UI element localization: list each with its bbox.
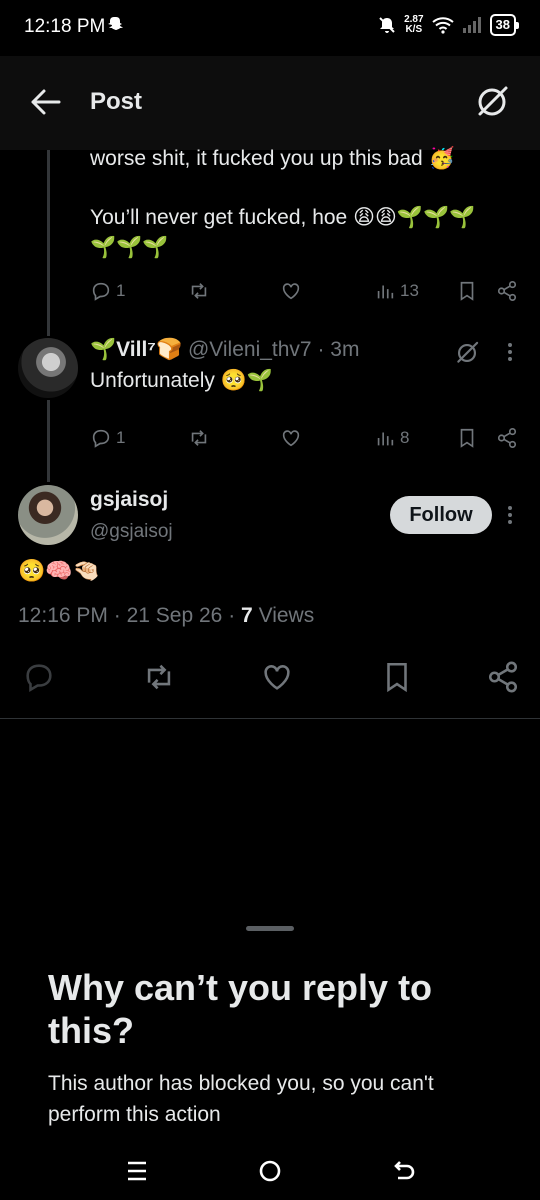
parent-tweet-text-line1: worse shit, it fucked you up this bad 🥳: [90, 147, 455, 170]
status-time: 12:18 PM: [24, 16, 106, 37]
divider: [0, 718, 540, 719]
reply-count: 1: [116, 428, 126, 447]
tweet-date: 21 Sep 26: [126, 604, 223, 627]
bookmark-icon[interactable]: [380, 660, 414, 694]
back-arrow-icon[interactable]: [30, 88, 62, 116]
repost-icon: [191, 283, 207, 299]
tweet-meta: 12:16 PM · 21 Sep 26 · 7 Views: [18, 604, 314, 628]
sheet-drag-handle[interactable]: [246, 926, 294, 931]
views-icon: [377, 432, 394, 446]
parent-tweet-text-line3: 🌱🌱🌱: [90, 236, 169, 259]
signal-icon: [462, 17, 481, 33]
back-icon[interactable]: [392, 1158, 418, 1184]
main-author-handle[interactable]: @gsjaisoj: [90, 521, 173, 543]
main-author-name: gsjaisoj: [90, 488, 168, 512]
share-button[interactable]: [496, 276, 518, 306]
reply-icon: [92, 282, 110, 301]
heart-icon: [282, 283, 300, 300]
repost-icon[interactable]: [142, 660, 176, 694]
views-count: 13: [400, 281, 419, 300]
reply-icon: [92, 429, 110, 448]
more-options-icon[interactable]: [504, 504, 516, 526]
share-icon: [497, 281, 517, 301]
status-icons: 2.87 K/S 38: [378, 14, 520, 36]
status-bar: 12:18 PM 2.87 K/S 38: [0, 0, 540, 56]
meta-separator: ·: [113, 604, 121, 627]
page-title: Post: [90, 88, 143, 115]
grok-icon[interactable]: [454, 340, 480, 366]
share-icon[interactable]: [486, 660, 520, 694]
parent-tweet-text-line2: You’ll never get fucked, hoe 😩😩🌱🌱🌱: [90, 206, 476, 229]
speed-unit: K/S: [405, 24, 423, 35]
thread-connector-line: [47, 400, 50, 482]
main-tweet-actions: [0, 656, 540, 700]
repost-icon: [191, 430, 207, 446]
reply-button[interactable]: 1: [90, 423, 125, 453]
reply-tweet-actions: 1 8: [90, 423, 530, 453]
views-count: 8: [400, 428, 410, 447]
battery-indicator: 38: [489, 14, 520, 36]
bookmark-icon: [460, 281, 474, 301]
thread-connector-line: [47, 150, 50, 336]
views-button[interactable]: 13: [374, 276, 419, 306]
home-icon[interactable]: [257, 1158, 283, 1184]
grok-icon[interactable]: [474, 84, 510, 120]
like-button[interactable]: [280, 423, 302, 453]
reply-count: 1: [116, 281, 126, 300]
bookmark-button[interactable]: [456, 276, 478, 306]
views-count[interactable]: 7: [241, 604, 253, 627]
repost-button[interactable]: [188, 276, 210, 306]
snapchat-notification-icon: [108, 16, 124, 37]
wifi-icon: [431, 17, 454, 34]
views-label: Views: [258, 604, 315, 627]
main-tweet-text: 🥺🧠🤏🏻: [18, 558, 101, 583]
mute-bell-icon: [379, 17, 395, 33]
sheet-body: This author has blocked you, so you can'…: [48, 1072, 434, 1126]
meta-separator: ·: [228, 604, 236, 627]
bookmark-icon: [460, 428, 474, 448]
heart-icon[interactable]: [260, 660, 294, 694]
views-icon: [377, 285, 394, 299]
follow-button[interactable]: Follow: [390, 496, 492, 534]
network-speed: 2.87 K/S: [404, 15, 423, 35]
tweet-time: 12:16 PM: [18, 604, 108, 627]
more-options-icon[interactable]: [504, 341, 516, 363]
views-button[interactable]: 8: [374, 423, 409, 453]
handle-time[interactable]: @Vileni_thv7 · 3m: [188, 338, 360, 361]
display-name[interactable]: gsjaisoj: [90, 488, 168, 511]
display-name[interactable]: 🌱Vill⁷🍞: [90, 338, 182, 361]
reply-button[interactable]: 1: [90, 276, 125, 306]
share-button[interactable]: [496, 423, 518, 453]
parent-tweet-actions: 1 13: [90, 276, 530, 306]
bookmark-button[interactable]: [456, 423, 478, 453]
avatar[interactable]: [18, 338, 78, 398]
reply-author-line: 🌱Vill⁷🍞 @Vileni_thv7 · 3m: [90, 338, 359, 362]
repost-button[interactable]: [188, 423, 210, 453]
menu-icon[interactable]: [124, 1158, 150, 1184]
avatar[interactable]: [18, 485, 78, 545]
reply-tweet-text: Unfortunately 🥺🌱: [90, 369, 274, 392]
heart-icon: [282, 430, 300, 447]
share-icon: [497, 428, 517, 448]
handle[interactable]: @gsjaisoj: [90, 521, 173, 542]
system-nav-bar: [0, 1140, 540, 1200]
top-app-bar: Post: [0, 56, 540, 150]
like-button[interactable]: [280, 276, 302, 306]
reply-icon[interactable]: [22, 660, 56, 694]
sheet-title: Why can’t you reply to this?: [48, 967, 433, 1051]
